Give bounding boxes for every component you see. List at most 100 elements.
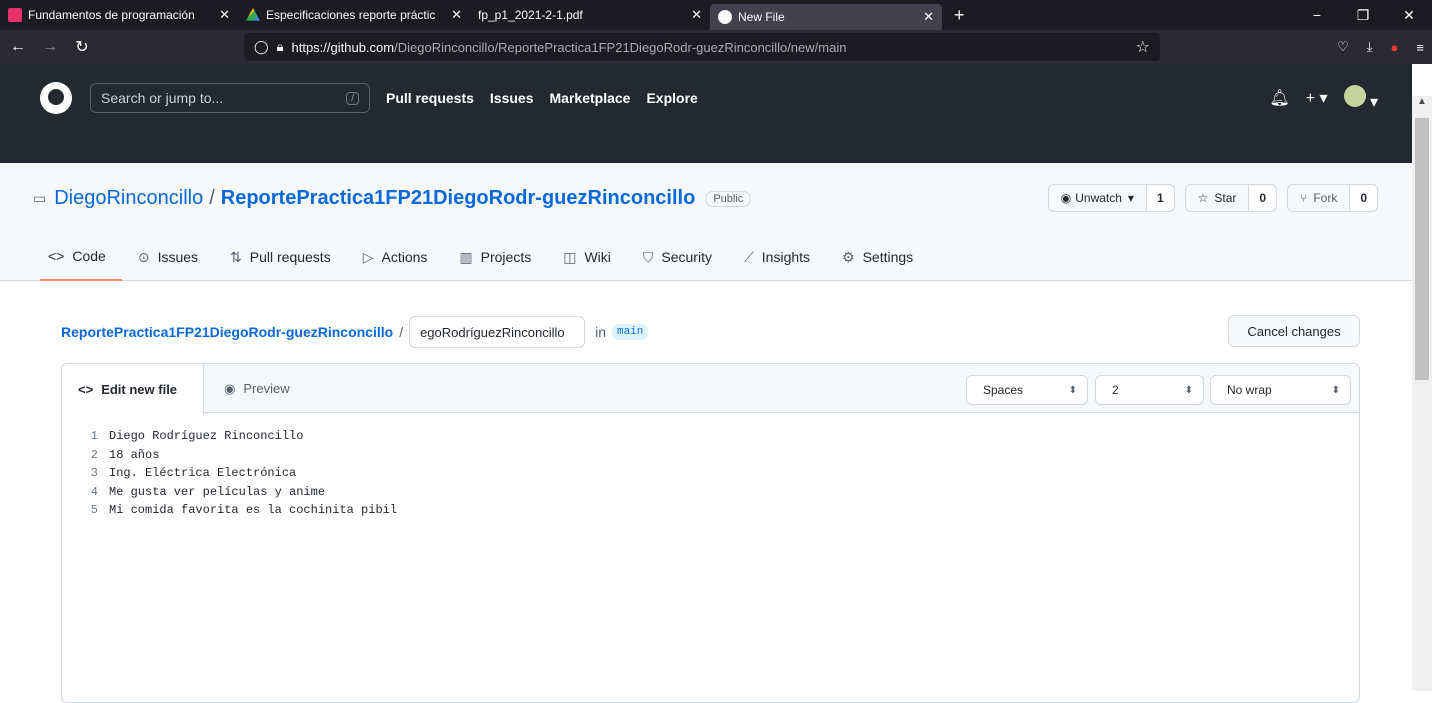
tab-label: Security: [661, 249, 712, 265]
search-placeholder: Search or jump to...: [101, 90, 224, 106]
watch-button[interactable]: ◉ Unwatch ▾ 1: [1047, 184, 1175, 212]
preview-tab-label: Preview: [243, 381, 290, 396]
browser-nav-bar: ← → ↻ ◯ 🔒︎ https://github.com/DiegoRinco…: [0, 30, 1432, 64]
browser-tab[interactable]: Especificaciones reporte práctic ✕: [238, 0, 470, 30]
search-input[interactable]: Search or jump to... /: [90, 83, 370, 113]
avatar-dropdown[interactable]: ▾: [1343, 84, 1378, 112]
window-close-icon[interactable]: ✕: [1386, 7, 1432, 24]
pocket-icon[interactable]: ♡: [1337, 39, 1349, 55]
code-line: 1 Diego Rodríguez Rinconcillo: [62, 427, 1359, 446]
code-area[interactable]: 1 Diego Rodríguez Rinconcillo 2 18 años 3I…: [62, 413, 1359, 520]
new-tab-icon[interactable]: +: [954, 5, 965, 26]
tab-pull-requests[interactable]: ⇅ Pull requests: [214, 233, 347, 281]
breadcrumb-repo-link[interactable]: ReportePractica1FP21DiegoRodr-guezRincon…: [61, 324, 393, 340]
browser-tab-strip: Fundamentos de programación ✕ Especifica…: [0, 0, 1432, 30]
repo-owner-link[interactable]: DiegoRinconcillo: [54, 187, 203, 210]
chevron-down-icon: ▾: [1127, 191, 1134, 205]
repo-actions: ◉ Unwatch ▾ 1 ☆ Star 0 ⑂ Fork 0: [1047, 184, 1378, 212]
url-path: /DiegoRinconcillo/ReportePractica1FP21Di…: [394, 39, 847, 55]
close-icon[interactable]: ✕: [219, 7, 230, 23]
fork-label: Fork: [1313, 191, 1338, 205]
nav-marketplace[interactable]: Marketplace: [550, 90, 631, 106]
nav-explore[interactable]: Explore: [646, 90, 697, 106]
tab-preview[interactable]: ◉ Preview: [224, 364, 290, 413]
code-icon: <>: [48, 248, 65, 264]
bookmark-star-icon[interactable]: ☆: [1136, 37, 1150, 57]
plus-dropdown-icon[interactable]: + ▾: [1306, 88, 1328, 108]
menu-icon[interactable]: ≡: [1416, 40, 1424, 55]
url-bar[interactable]: ◯ 🔒︎ https://github.com/DiegoRinconcillo…: [244, 33, 1160, 61]
tab-label: Code: [72, 248, 106, 264]
page-scrollbar[interactable]: ▲: [1412, 96, 1432, 691]
tab-actions[interactable]: ▷ Actions: [347, 233, 444, 281]
download-icon[interactable]: ⤓: [1367, 39, 1373, 55]
tab-label: Wiki: [584, 249, 611, 265]
tab-label: Especificaciones reporte práctic: [266, 8, 436, 22]
pull-request-icon: ⇅: [230, 248, 242, 265]
visibility-badge: Public: [705, 190, 752, 207]
reload-icon[interactable]: ↻: [68, 37, 96, 57]
tab-edit-new-file[interactable]: <> Edit new file: [62, 364, 204, 414]
scrollbar-thumb[interactable]: [1415, 118, 1429, 380]
graph-icon: ⟋: [743, 248, 754, 265]
tab-security[interactable]: ⛉ Security: [627, 233, 728, 281]
line-number: 3: [90, 466, 98, 480]
restore-icon[interactable]: ❐: [1340, 7, 1386, 24]
forward-icon[interactable]: →: [36, 38, 64, 56]
project-icon: ▥: [459, 248, 473, 265]
cancel-changes-button[interactable]: Cancel changes: [1228, 315, 1360, 347]
tab-code[interactable]: <> Code: [40, 233, 122, 281]
select-arrows-icon: ⬍: [1068, 384, 1077, 396]
gear-icon: ⚙: [842, 248, 855, 265]
line-text: Me gusta ver películas y anime: [109, 484, 326, 499]
window-controls: − ❐ ✕: [1294, 7, 1432, 24]
filename-input[interactable]: [409, 316, 586, 348]
tab-label: Settings: [862, 249, 914, 265]
close-icon[interactable]: ✕: [923, 9, 934, 25]
lock-icon: 🔒︎: [276, 39, 284, 54]
tab-issues[interactable]: ⊙ Issues: [122, 233, 214, 281]
star-button[interactable]: ☆ Star 0: [1184, 184, 1278, 212]
tab-wiki[interactable]: ◫ Wiki: [547, 233, 627, 281]
book-icon: ◫: [563, 248, 577, 265]
url-host: https://github.com: [291, 39, 395, 55]
browser-tab-active[interactable]: New File ✕: [710, 4, 942, 30]
global-nav: Pull requests Issues Marketplace Explore: [386, 90, 698, 106]
branch-badge: main: [611, 324, 649, 340]
classroom-icon: [8, 8, 22, 22]
line-number: 5: [90, 503, 98, 517]
issue-icon: ⊙: [137, 248, 150, 265]
wrap-mode-select[interactable]: No wrap ⬍: [1210, 375, 1351, 405]
fork-count: 0: [1350, 185, 1377, 211]
line-number: 2: [90, 447, 98, 462]
bell-icon[interactable]: 🔔︎: [1269, 88, 1289, 108]
tab-insights[interactable]: ⟋ Insights: [728, 233, 826, 281]
close-icon[interactable]: ✕: [691, 7, 702, 23]
repo-name-link[interactable]: ReportePractica1FP21DiegoRodr-guezRincon…: [221, 187, 696, 210]
tab-label: Insights: [761, 249, 811, 265]
nav-issues[interactable]: Issues: [490, 90, 534, 106]
avatar: [1343, 84, 1366, 107]
breadcrumb-separator: /: [399, 324, 404, 340]
tab-label: Actions: [381, 249, 428, 265]
minimize-icon[interactable]: −: [1294, 7, 1340, 24]
fork-button[interactable]: ⑂ Fork 0: [1287, 184, 1378, 212]
nav-pull-requests[interactable]: Pull requests: [386, 90, 474, 106]
scroll-up-icon[interactable]: ▲: [1412, 96, 1432, 114]
browser-tab[interactable]: Fundamentos de programación ✕: [0, 0, 238, 30]
tab-settings[interactable]: ⚙ Settings: [826, 233, 929, 281]
indent-mode-select[interactable]: Spaces ⬍: [966, 375, 1088, 405]
close-icon[interactable]: ✕: [451, 7, 462, 23]
back-icon[interactable]: ←: [4, 38, 32, 56]
tab-label: Fundamentos de programación: [28, 8, 195, 22]
eye-icon: ◉: [224, 380, 236, 396]
star-icon: ☆: [1197, 191, 1209, 205]
line-text: 18 años: [109, 447, 160, 462]
extension-icon[interactable]: ●: [1391, 40, 1399, 55]
star-count: 0: [1249, 185, 1277, 211]
github-logo-icon[interactable]: [40, 82, 72, 114]
edit-tab-label: Edit new file: [101, 381, 178, 397]
tab-projects[interactable]: ▥ Projects: [443, 233, 547, 281]
indent-size-select[interactable]: 2 ⬍: [1095, 375, 1204, 405]
browser-tab[interactable]: fp_p1_2021-2-1.pdf ✕: [470, 0, 710, 30]
